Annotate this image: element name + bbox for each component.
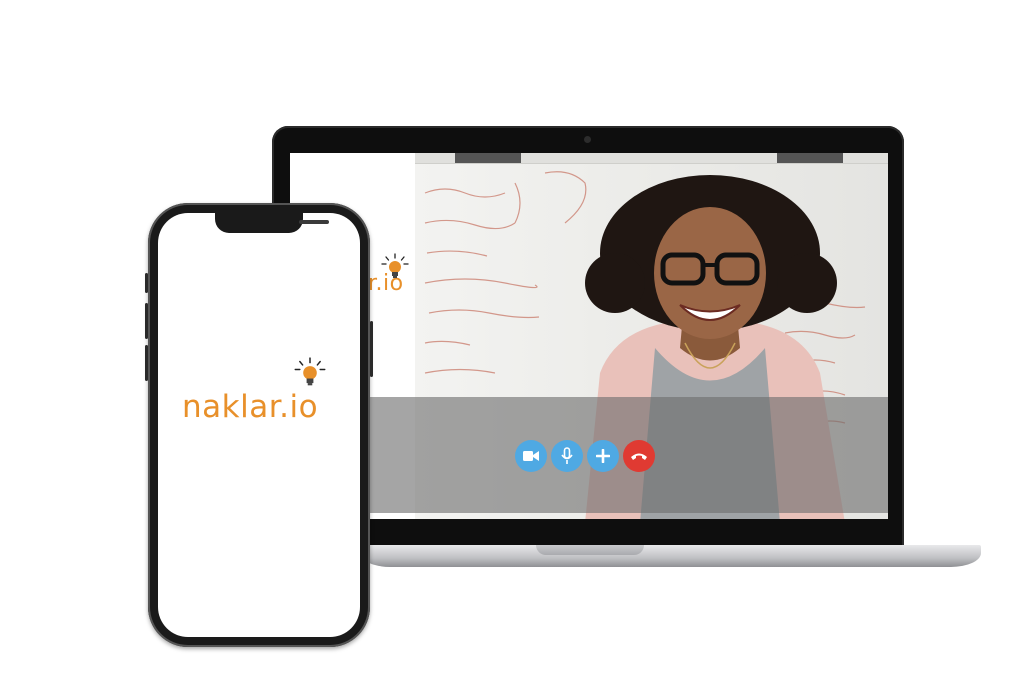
laptop-screen: r.io [290,153,888,519]
laptop-base [360,545,981,567]
microphone-icon [561,447,573,464]
phone-device: naklar.io [145,203,373,647]
add-participant-button[interactable] [587,440,619,472]
lightbulb-icon [294,357,326,386]
lightbulb-icon [381,253,409,278]
mic-toggle-button[interactable] [551,440,583,472]
end-call-button[interactable] [623,440,655,472]
phone-side-button [370,321,373,377]
laptop-opening-notch [536,545,644,555]
phone-notch [215,213,329,233]
plus-icon [596,449,610,463]
video-toggle-button[interactable] [515,440,547,472]
app-logo-text: naklar.io [182,389,319,425]
phone-screen: naklar.io [158,213,360,637]
phone-side-button [145,303,148,339]
phone-speaker [299,220,329,224]
hang-up-icon [631,453,647,460]
phone-side-button [145,345,148,381]
phone-side-button [145,273,148,293]
laptop-webcam [584,136,591,143]
video-camera-icon [523,451,539,461]
